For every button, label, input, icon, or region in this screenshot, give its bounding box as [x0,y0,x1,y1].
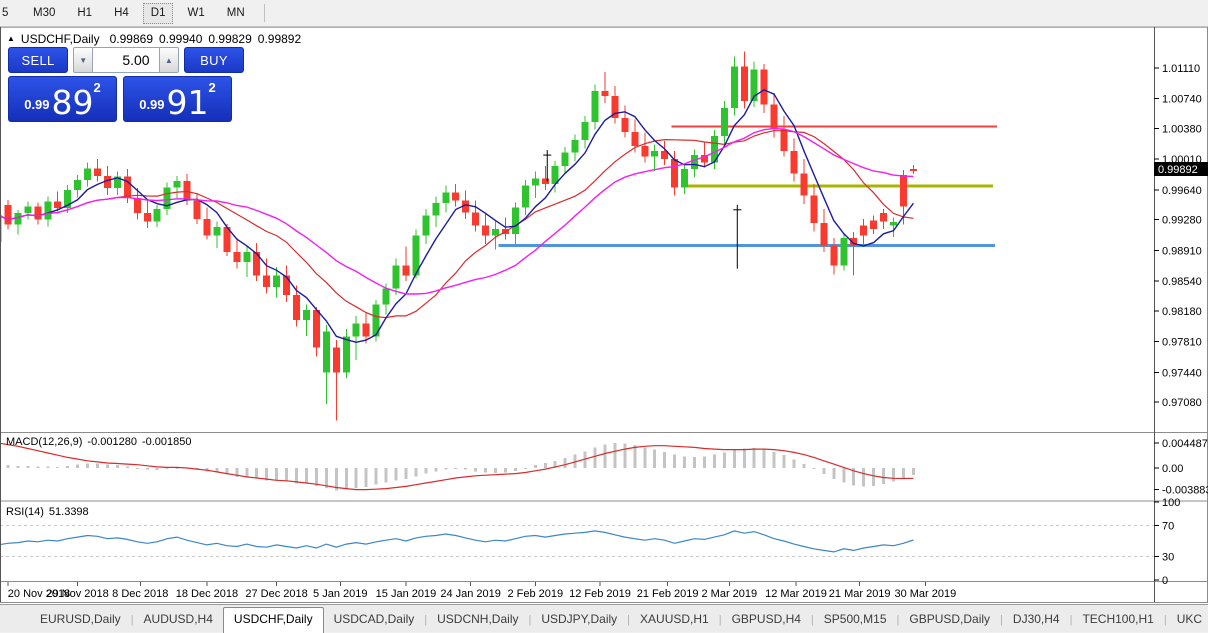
ohlc-open: 0.99869 [109,32,153,46]
sell-price-prefix: 0.99 [24,97,50,112]
svg-text:0.98540: 0.98540 [1162,276,1202,288]
svg-text:100: 100 [1162,497,1180,509]
tab-sp500-m15[interactable]: SP500,M15 [814,608,897,632]
svg-text:0: 0 [1162,575,1168,587]
timeframe-button-d1[interactable]: D1 [142,2,174,24]
timeframe-button-5[interactable]: 5 [0,3,19,24]
buy-price-prefix: 0.99 [139,97,165,112]
timeframe-button-w1[interactable]: W1 [179,3,212,24]
svg-text:0.99280: 0.99280 [1162,215,1202,227]
timeframe-button-m30[interactable]: M30 [25,3,63,24]
timeframe-button-mn[interactable]: MN [219,3,253,24]
rsi-name: RSI(14) [6,506,44,518]
chart-title: ▲ USDCHF,Daily 0.99869 0.99940 0.99829 0… [7,32,301,46]
svg-text:0.99640: 0.99640 [1162,185,1202,197]
tab-gbpusd-h4[interactable]: GBPUSD,H4 [722,608,811,632]
ohlc-low: 0.99829 [208,32,252,46]
volume-input[interactable]: 5.00 [93,47,159,73]
svg-text:0.00: 0.00 [1162,463,1183,475]
spinner-up-icon: ▲ [164,55,173,65]
sell-button[interactable]: SELL [8,47,69,73]
buy-price-pips: 91 [166,83,209,122]
ohlc-high: 0.99940 [159,32,203,46]
svg-text:0.004487: 0.004487 [1162,438,1208,450]
svg-text:1.00740: 1.00740 [1162,94,1202,106]
one-click-trading-panel: SELL ▼ 5.00 ▲ BUY 0.99 89 2 0.99 91 2 [8,47,245,122]
svg-text:24 Jan 2019: 24 Jan 2019 [440,588,501,600]
timeframe-button-h4[interactable]: H4 [106,3,137,24]
svg-text:0.99892: 0.99892 [1158,164,1198,176]
svg-text:2 Feb 2019: 2 Feb 2019 [507,588,563,600]
svg-text:30: 30 [1162,552,1174,564]
tab-eurusd-daily[interactable]: EURUSD,Daily [30,608,131,632]
timeframe-button-h1[interactable]: H1 [69,3,100,24]
chart-tabs-bar: EURUSD,Daily | AUDUSD,H4 USDCHF,Daily USDCAD… [0,604,1208,633]
svg-text:70: 70 [1162,520,1174,532]
macd-signal-value: -0.001850 [141,436,192,448]
svg-text:30 Mar 2019: 30 Mar 2019 [894,588,956,600]
svg-text:0.97810: 0.97810 [1162,337,1202,349]
buy-price-point: 2 [208,80,216,95]
tab-ukc[interactable]: UKC [1167,608,1208,632]
svg-text:0.97440: 0.97440 [1162,367,1202,379]
rsi-value: 51.3398 [48,506,89,518]
current-price-marker: 0.99892 [1154,162,1208,176]
ohlc-close: 0.99892 [257,32,302,46]
sell-price-display[interactable]: 0.99 89 2 [8,76,117,122]
svg-text:29 Nov 2018: 29 Nov 2018 [46,588,108,600]
tab-audusd-h4[interactable]: AUDUSD,H4 [134,608,223,632]
chart-up-arrow-icon: ▲ [7,33,15,43]
tab-dj30-h4[interactable]: DJ30,H4 [1003,608,1070,632]
chart-area[interactable]: 1.01110 1.00740 1.00380 1.00010 0.99640 0.992… [0,27,1208,604]
svg-text:15 Jan 2019: 15 Jan 2019 [376,588,437,600]
timeframe-toolbar: 5 M30 H1 H4 D1 W1 MN [0,0,1208,27]
buy-button[interactable]: BUY [183,47,245,73]
tab-gbpusd-daily[interactable]: GBPUSD,Daily [899,608,1000,632]
macd-main-value: -0.001280 [87,436,137,448]
svg-text:1.01110: 1.01110 [1162,63,1200,75]
svg-text:18 Dec 2018: 18 Dec 2018 [176,588,238,600]
svg-text:5 Jan 2019: 5 Jan 2019 [313,588,367,600]
toolbar-separator [263,4,265,22]
spinner-down-icon: ▼ [79,55,88,65]
svg-text:0.97080: 0.97080 [1162,397,1202,409]
svg-text:0.98180: 0.98180 [1162,306,1202,318]
svg-text:27 Dec 2018: 27 Dec 2018 [245,588,307,600]
svg-text:1.00380: 1.00380 [1162,124,1202,136]
mt4-window: 5 M30 H1 H4 D1 W1 MN 1.01110 1.00740 1.00380 1.00… [0,0,1208,633]
svg-text:2 Mar 2019: 2 Mar 2019 [701,588,757,600]
svg-text:-0.003883: -0.003883 [1162,485,1208,497]
tab-usdchf-daily[interactable]: USDCHF,Daily [222,607,324,633]
tab-usdcad-daily[interactable]: USDCAD,Daily [324,608,425,632]
volume-decrease-button[interactable]: ▼ [73,47,94,73]
svg-text:21 Mar 2019: 21 Mar 2019 [829,588,891,600]
svg-text:21 Feb 2019: 21 Feb 2019 [637,588,699,600]
rsi-indicator-label: RSI(14) 51.3398 [6,506,89,518]
chart-symbol-label: USDCHF,Daily [20,32,100,46]
svg-text:12 Mar 2019: 12 Mar 2019 [765,588,827,600]
tab-xauusd-h1[interactable]: XAUUSD,H1 [630,608,719,632]
tab-tech100-h1[interactable]: TECH100,H1 [1072,608,1163,632]
svg-text:8 Dec 2018: 8 Dec 2018 [112,588,168,600]
volume-increase-button[interactable]: ▲ [158,47,179,73]
tab-usdjpy-daily[interactable]: USDJPY,Daily [531,608,627,632]
buy-price-display[interactable]: 0.99 91 2 [123,76,232,122]
sell-price-point: 2 [93,80,101,95]
macd-indicator-label: MACD(12,26,9) -0.001280 -0.001850 [6,436,192,448]
svg-text:12 Feb 2019: 12 Feb 2019 [569,588,631,600]
svg-text:0.98910: 0.98910 [1162,245,1202,257]
tab-usdcnh-daily[interactable]: USDCNH,Daily [427,608,528,632]
macd-name: MACD(12,26,9) [6,436,83,448]
sell-price-pips: 89 [51,83,94,122]
